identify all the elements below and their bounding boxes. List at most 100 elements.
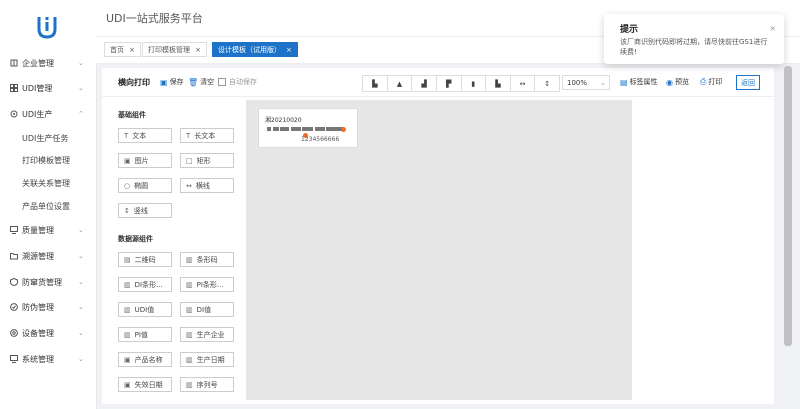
back-button[interactable]: 返回 — [736, 75, 760, 90]
tab-label: 首页 — [110, 45, 124, 54]
sidebar-subitem-production-task[interactable]: UDI生产任务 — [22, 133, 68, 144]
text-icon: T — [186, 131, 191, 140]
component-text[interactable]: T 文本 — [118, 128, 172, 143]
component-label: 横线 — [195, 181, 210, 190]
component-label: PI值 — [134, 330, 148, 339]
close-icon[interactable]: × — [769, 24, 776, 33]
align-right-icon[interactable]: ▟ — [412, 76, 437, 91]
component-udi-value[interactable]: ▥ UDI值 — [118, 302, 172, 317]
component-label: PI条形... — [196, 280, 224, 289]
sidebar-item-label: UDI管理 — [22, 83, 53, 93]
component-manufacturer[interactable]: ▥ 生产企业 — [180, 327, 234, 342]
component-qrcode[interactable]: ▤ 二维码 — [118, 252, 172, 267]
trash-icon: 🗑 — [188, 77, 199, 87]
component-vertical-line[interactable]: ↕ 竖线 — [118, 203, 172, 218]
component-di-value[interactable]: ▥ DI值 — [180, 302, 234, 317]
barcode-icon: ▥ — [124, 280, 131, 289]
sidebar-item-quality[interactable]: 质量管理 ⌄ — [0, 221, 96, 239]
align-center-icon[interactable]: ▲ — [388, 76, 413, 91]
notification-body: 该厂商识别代码即将过期，请尽快前往GS1进行续费! — [620, 38, 768, 56]
sidebar-item-udi-management[interactable]: UDI管理 ⌄ — [0, 79, 96, 97]
save-icon: ▣ — [160, 77, 168, 87]
design-canvas[interactable]: 湘20210020 1234566666 — [246, 100, 632, 400]
component-long-text[interactable]: T 长文本 — [180, 128, 234, 143]
tab-home[interactable]: 首页 × — [104, 42, 141, 57]
component-expiry-date[interactable]: ▣ 失效日期 — [118, 377, 172, 392]
app-title: UDI一站式服务平台 — [106, 12, 203, 25]
barcode-graphic[interactable] — [267, 126, 343, 133]
component-product-name[interactable]: ▣ 产品名称 — [118, 352, 172, 367]
component-image[interactable]: ▣ 图片 — [118, 153, 172, 168]
autosave-label: 自动保存 — [229, 78, 257, 86]
align-bottom-icon[interactable]: ▙ — [486, 76, 511, 91]
distribute-horizontal-icon[interactable]: ↔ — [511, 76, 536, 91]
autosave-checkbox[interactable]: 自动保存 — [218, 77, 257, 87]
align-left-icon[interactable]: ▙ — [363, 76, 388, 91]
align-middle-icon[interactable]: ▮ — [462, 76, 487, 91]
component-label: 椭圆 — [134, 181, 149, 190]
tab-design-template[interactable]: 设计模板（试用版） × — [212, 42, 298, 57]
close-icon[interactable]: × — [129, 46, 135, 54]
text-icon: T — [124, 131, 129, 140]
rectangle-icon: □ — [186, 156, 193, 165]
print-button[interactable]: ⎙ 打印 — [700, 77, 722, 87]
clear-label: 清空 — [200, 78, 215, 86]
designer-toolbar: 横向打印 ▣ 保存 🗑 清空 自动保存 ▙ ▲ ▟ ▛ ▮ ▙ ↔ ↕ 100% ⌄… — [102, 68, 774, 97]
tab-template-management[interactable]: 打印模板管理 × — [142, 42, 207, 57]
label-properties-button[interactable]: ▤ 标签属性 — [620, 77, 658, 87]
printer-icon: ⎙ — [700, 77, 707, 86]
sidebar-item-anti-counterfeit[interactable]: 防伪管理 ⌄ — [0, 298, 96, 316]
sidebar-item-anti-channel[interactable]: 防窜货管理 ⌄ — [0, 273, 96, 291]
barcode-icon: ▥ — [186, 255, 193, 264]
sidebar: 企业管理 ⌄ UDI管理 ⌄ UDI生产 ⌃ UDI生产任务 打印模板管理 关联… — [0, 0, 97, 409]
image-icon: ▣ — [124, 156, 131, 165]
align-top-icon[interactable]: ▛ — [437, 76, 462, 91]
component-pi-value[interactable]: ▥ PI值 — [118, 327, 172, 342]
component-serial-number[interactable]: ▥ 序列号 — [180, 377, 234, 392]
component-pi-barcode[interactable]: ▥ PI条形... — [180, 277, 234, 292]
clear-button[interactable]: 🗑 清空 — [188, 77, 214, 87]
save-label: 保存 — [169, 78, 184, 86]
monitor-icon — [10, 355, 18, 363]
sidebar-subitem-template-management[interactable]: 打印模板管理 — [22, 155, 70, 166]
component-barcode[interactable]: ▥ 条形码 — [180, 252, 234, 267]
sidebar-item-label: 企业管理 — [22, 58, 54, 68]
grid-icon — [10, 84, 18, 92]
sidebar-item-label: 防伪管理 — [22, 302, 54, 312]
label-text[interactable]: 湘20210020 — [265, 115, 302, 124]
resize-handle[interactable] — [341, 127, 346, 132]
barcode-text[interactable]: 1234566666 — [301, 136, 339, 143]
sidebar-subitem-relation-management[interactable]: 关联关系管理 — [22, 178, 70, 189]
shield-check-icon — [10, 303, 18, 311]
scrollbar[interactable] — [784, 66, 792, 346]
close-icon[interactable]: × — [286, 46, 292, 54]
print-orientation-title: 横向打印 — [118, 78, 150, 87]
logo-icon — [37, 17, 57, 39]
save-button[interactable]: ▣ 保存 — [160, 77, 184, 87]
component-di-barcode[interactable]: ▥ DI条形... — [118, 277, 172, 292]
preview-label: 预览 — [674, 78, 689, 86]
label-preview[interactable]: 湘20210020 1234566666 — [258, 108, 358, 148]
close-icon[interactable]: × — [195, 46, 201, 54]
qrcode-icon: ▤ — [124, 255, 131, 264]
preview-button[interactable]: ◉ 预览 — [666, 77, 689, 87]
component-label: 失效日期 — [134, 380, 163, 389]
sidebar-item-label: 设备管理 — [22, 328, 54, 338]
chevron-down-icon: ⌄ — [600, 78, 606, 87]
sidebar-item-label: UDI生产 — [22, 109, 53, 119]
sidebar-item-system[interactable]: 系统管理 ⌄ — [0, 350, 96, 368]
component-ellipse[interactable]: ○ 椭圆 — [118, 178, 172, 193]
chevron-down-icon: ⌄ — [78, 303, 84, 311]
chevron-down-icon: ⌄ — [78, 226, 84, 234]
sidebar-item-enterprise[interactable]: 企业管理 ⌄ — [0, 54, 96, 72]
zoom-select[interactable]: 100% ⌄ — [562, 75, 610, 90]
component-horizontal-line[interactable]: ↔ 横线 — [180, 178, 234, 193]
component-label: 图片 — [134, 156, 149, 165]
sidebar-item-devices[interactable]: 设备管理 ⌄ — [0, 324, 96, 342]
sidebar-subitem-unit-settings[interactable]: 产品单位设置 — [22, 201, 70, 212]
component-production-date[interactable]: ▥ 生产日期 — [180, 352, 234, 367]
distribute-vertical-icon[interactable]: ↕ — [535, 76, 559, 91]
sidebar-item-traceability[interactable]: 溯源管理 ⌄ — [0, 247, 96, 265]
component-rectangle[interactable]: □ 矩形 — [180, 153, 234, 168]
sidebar-item-udi-production[interactable]: UDI生产 ⌃ — [0, 105, 96, 123]
